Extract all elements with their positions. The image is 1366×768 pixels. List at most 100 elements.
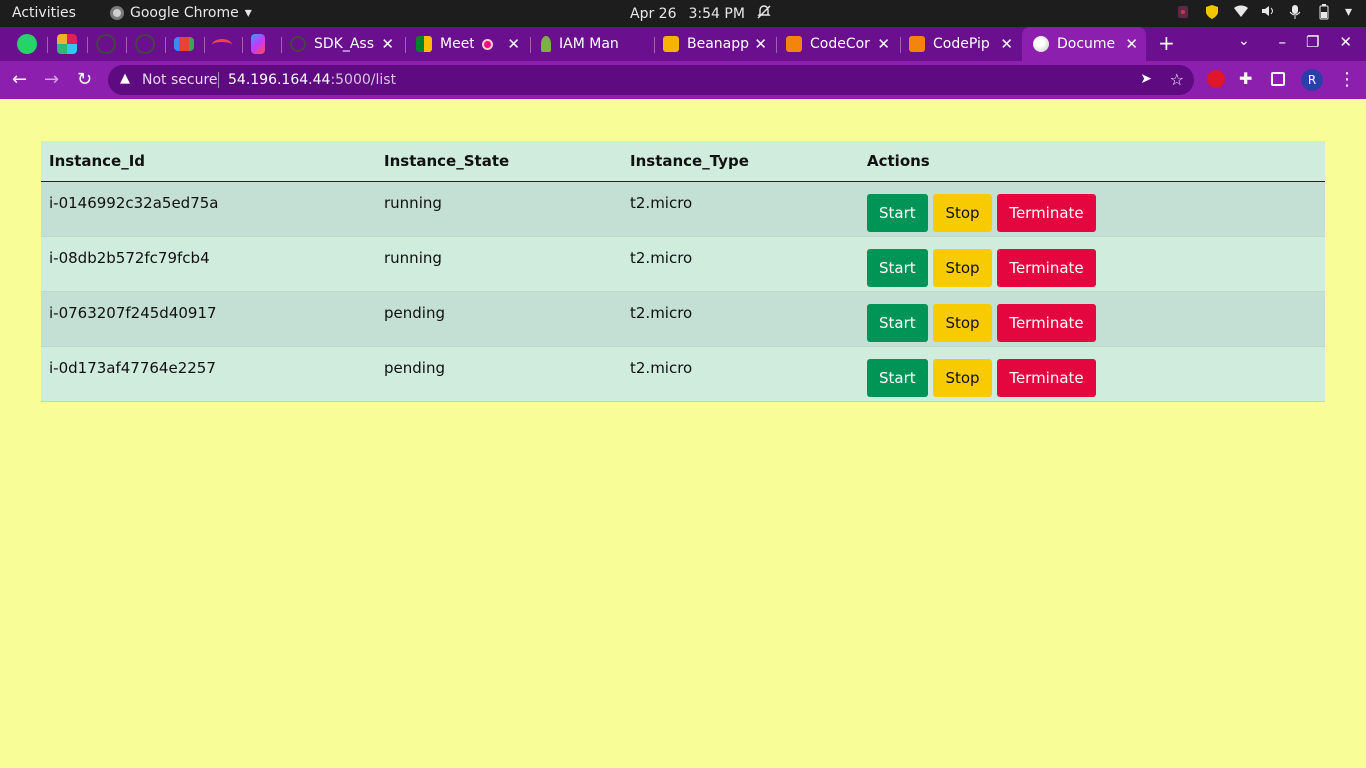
shield-icon [1205, 4, 1219, 20]
tab-title: IAM Man [559, 36, 619, 52]
tab-separator [530, 37, 531, 53]
system-menu-chevron-icon: ▾ [1344, 4, 1352, 20]
table-row: i-0d173af47764e2257 pending t2.micro Sta… [41, 346, 1325, 402]
tab-search-chevron-icon[interactable]: ⌄ [1238, 33, 1250, 49]
bookmark-star-icon[interactable]: ☆ [1170, 70, 1184, 89]
header-instance-state: Instance_State [376, 141, 622, 182]
close-icon[interactable]: ✕ [754, 35, 767, 53]
github-icon[interactable] [135, 34, 155, 54]
tab-separator [47, 37, 48, 53]
instance-state-cell: pending [376, 291, 622, 347]
whatsapp-icon[interactable] [17, 34, 37, 54]
aws-iam-icon [541, 36, 551, 52]
header-actions: Actions [859, 141, 1325, 182]
tab-codepipeline[interactable]: CodePip ✕ [909, 27, 1021, 61]
forward-arrow-icon[interactable]: → [44, 69, 59, 90]
window-controls: – ❐ ✕ [1278, 33, 1352, 51]
start-button[interactable]: Start [867, 358, 928, 397]
actions-cell: Start Stop Terminate [859, 236, 1325, 292]
table-row: i-08db2b572fc79fcb4 running t2.micro Sta… [41, 236, 1325, 292]
tab-codecommit[interactable]: CodeCor ✕ [786, 27, 898, 61]
instance-state-cell: running [376, 236, 622, 292]
indicator-icon [1177, 4, 1191, 20]
close-icon[interactable]: ✕ [1000, 35, 1013, 53]
start-button[interactable]: Start [867, 193, 928, 232]
start-button[interactable]: Start [867, 248, 928, 287]
chevron-down-icon: ▾ [244, 5, 252, 21]
tab-separator [126, 37, 127, 53]
activities-button[interactable]: Activities [12, 5, 76, 21]
extensions-puzzle-icon[interactable]: ✚ [1239, 70, 1257, 88]
tab-separator [654, 37, 655, 53]
app-menu[interactable]: Google Chrome ▾ [110, 5, 252, 21]
instance-id-cell: i-0146992c32a5ed75a [41, 181, 376, 237]
close-icon[interactable]: ✕ [1125, 35, 1138, 53]
side-panel-icon[interactable] [1271, 72, 1285, 86]
stop-button[interactable]: Stop [933, 358, 992, 397]
tab-sdk-ass[interactable]: SDK_Ass ✕ [290, 27, 402, 61]
swagger-icon[interactable] [212, 39, 232, 51]
profile-avatar[interactable]: R [1301, 69, 1323, 91]
battery-icon [1317, 4, 1331, 20]
notifications-off-icon [757, 5, 771, 23]
tab-separator [242, 37, 243, 53]
tab-iam[interactable]: IAM Man [541, 27, 653, 61]
instance-id-cell: i-0d173af47764e2257 [41, 346, 376, 402]
instance-type-cell: t2.micro [622, 291, 859, 347]
instance-id-cell: i-0763207f245d40917 [41, 291, 376, 347]
tab-separator [204, 37, 205, 53]
instance-id-cell: i-08db2b572fc79fcb4 [41, 236, 376, 292]
tab-separator [776, 37, 777, 53]
send-tab-icon[interactable]: ➤ [1140, 71, 1152, 87]
url-text[interactable]: 54.196.164.44:5000/list [228, 72, 396, 88]
github-icon[interactable] [96, 34, 116, 54]
browser-toolbar: ← → ↻ ▲ Not secure 54.196.164.44:5000/li… [0, 61, 1366, 99]
chrome-icon [110, 6, 124, 20]
tab-meet[interactable]: Meet ✕ [416, 27, 528, 61]
stop-button[interactable]: Stop [933, 193, 992, 232]
header-instance-type: Instance_Type [622, 141, 859, 182]
tab-title: CodePip [933, 36, 990, 52]
tab-title: Beanapp [687, 36, 749, 52]
clock[interactable]: Apr 26 3:54 PM [630, 5, 771, 23]
close-icon[interactable]: ✕ [381, 35, 394, 53]
tab-document-active[interactable]: Docume ✕ [1022, 27, 1146, 61]
beanstalk-icon [663, 36, 679, 52]
tab-separator [87, 37, 88, 53]
kebab-menu-icon[interactable]: ⋮ [1338, 69, 1356, 90]
terminate-button[interactable]: Terminate [997, 193, 1096, 232]
gmail-icon[interactable] [174, 37, 194, 51]
recording-icon [482, 38, 493, 50]
time-label: 3:54 PM [688, 6, 745, 22]
aws-codecommit-icon [786, 36, 802, 52]
minimize-icon[interactable]: – [1278, 33, 1286, 51]
tab-strip: SDK_Ass ✕ Meet ✕ IAM Man Beanapp ✕ CodeC… [0, 27, 1366, 61]
tab-title: Docume [1057, 36, 1116, 52]
table-row: i-0146992c32a5ed75a running t2.micro Sta… [41, 181, 1325, 237]
tab-separator [405, 37, 406, 53]
back-arrow-icon[interactable]: ← [12, 69, 27, 90]
stop-button[interactable]: Stop [933, 248, 992, 287]
actions-cell: Start Stop Terminate [859, 291, 1325, 347]
slack-icon[interactable] [57, 34, 77, 54]
tab-beanapp[interactable]: Beanapp ✕ [663, 27, 775, 61]
table-header-row: Instance_Id Instance_State Instance_Type… [41, 141, 1325, 182]
terminate-button[interactable]: Terminate [997, 248, 1096, 287]
security-label[interactable]: Not secure [142, 72, 218, 88]
address-bar[interactable]: ▲ Not secure 54.196.164.44:5000/list ➤ ☆ [108, 65, 1194, 95]
restore-icon[interactable]: ❐ [1306, 33, 1319, 51]
page-content: Instance_Id Instance_State Instance_Type… [0, 99, 1366, 768]
globe-icon [1033, 36, 1049, 52]
new-tab-button[interactable]: + [1158, 31, 1175, 55]
system-tray[interactable]: ▾ [1177, 4, 1352, 20]
terminate-button[interactable]: Terminate [997, 303, 1096, 342]
extension-stop-icon[interactable] [1207, 70, 1225, 88]
terminate-button[interactable]: Terminate [997, 358, 1096, 397]
close-icon[interactable]: ✕ [877, 35, 890, 53]
reload-icon[interactable]: ↻ [77, 69, 92, 90]
stop-button[interactable]: Stop [933, 303, 992, 342]
close-window-icon[interactable]: ✕ [1339, 33, 1352, 51]
close-icon[interactable]: ✕ [507, 35, 520, 53]
app-icon[interactable] [251, 34, 265, 54]
start-button[interactable]: Start [867, 303, 928, 342]
